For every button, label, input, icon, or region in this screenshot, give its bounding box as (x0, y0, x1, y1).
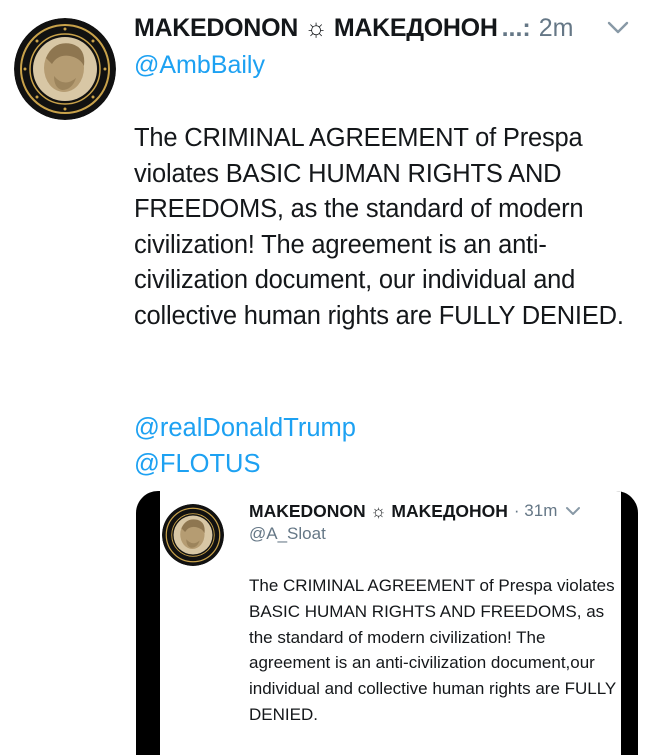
chevron-down-icon[interactable] (607, 21, 629, 35)
embedded-image[interactable]: MAKEDONON ☼ MAKEДОНОН · 31m @A_Sloat The… (136, 491, 638, 755)
tweet-text: The CRIMINAL AGREEMENT of Prespa violate… (134, 121, 644, 335)
tweet-text-content: The CRIMINAL AGREEMENT of Prespa violate… (134, 124, 624, 330)
avatar[interactable] (14, 18, 116, 120)
coin-avatar-icon (162, 504, 224, 566)
embedded-text-content: The CRIMINAL AGREEMENT of Prespa violate… (249, 576, 616, 724)
mention-link[interactable]: @FLOTUS (134, 446, 356, 482)
embedded-timestamp: · 31m (513, 501, 558, 520)
mentions: @realDonaldTrump @FLOTUS (134, 410, 356, 482)
tweet-header: MAKEDONON ☼ MAKEДОНОН ...: 2m (134, 11, 639, 45)
embedded-header: MAKEDONON ☼ MAKEДОНОН · 31m (249, 498, 621, 524)
chevron-down-icon (565, 506, 581, 516)
timestamp[interactable]: 2m (539, 14, 574, 43)
embedded-avatar (162, 504, 224, 566)
name-ellipsis: ...: (501, 13, 531, 42)
embedded-text: The CRIMINAL AGREEMENT of Prespa violate… (249, 573, 621, 728)
embedded-tweet: MAKEDONON ☼ MAKEДОНОН · 31m @A_Sloat The… (160, 491, 621, 755)
mention-link[interactable]: @realDonaldTrump (134, 410, 356, 446)
user-handle[interactable]: @AmbBaily (134, 51, 265, 80)
coin-avatar-icon (14, 18, 116, 120)
embedded-handle: @A_Sloat (249, 524, 326, 543)
embedded-display-name: MAKEDONON ☼ MAKEДОНОН (249, 500, 508, 521)
display-name[interactable]: MAKEDONON ☼ MAKEДОНОН (134, 14, 498, 43)
